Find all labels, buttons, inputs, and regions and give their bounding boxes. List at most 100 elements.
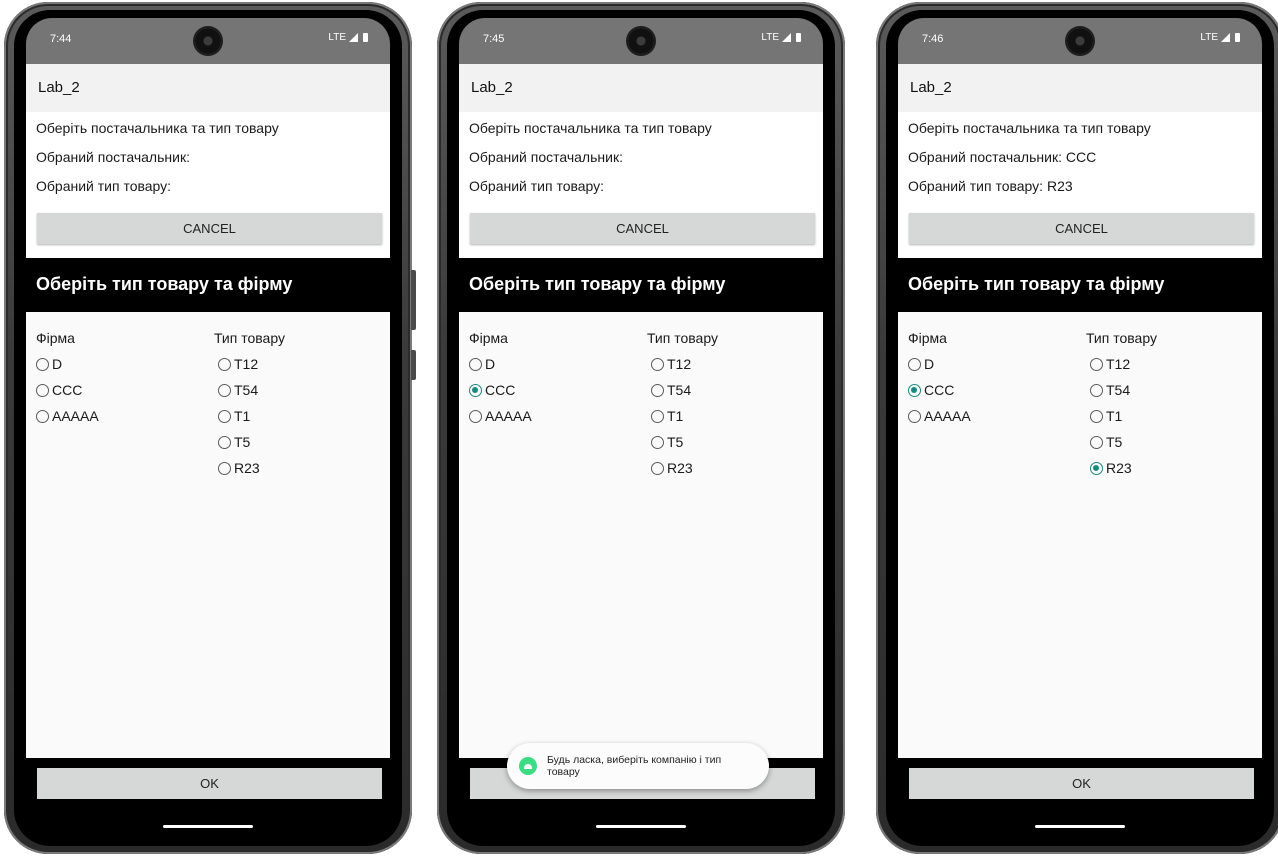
radio-label: D [485,356,496,372]
radio-type-t5[interactable]: T5 [1090,432,1122,452]
selected-supplier-text: Обраний постачальник: CCC [908,149,1097,165]
radio-type-t12[interactable]: T12 [1090,354,1130,374]
status-indicators: LTE [1200,32,1240,43]
radio-label: R23 [1106,460,1132,476]
status-bar: 7:46 LTE [898,18,1262,64]
radio-firm-d[interactable]: D [908,354,934,374]
toast-message: Будь ласка, виберіть компанію і тип това… [507,743,769,789]
radio-firm-aaaaa[interactable]: AAAAA [36,406,99,426]
radio-label: D [924,356,935,372]
selection-dialog: Оберіть тип товару та фірму Фірма Тип то… [898,258,1262,758]
radio-circle-icon [218,383,231,397]
radio-circle-icon [651,435,664,449]
radio-type-t5[interactable]: T5 [218,432,250,452]
radio-circle-icon [651,409,664,423]
radio-type-r23[interactable]: R23 [1090,458,1132,478]
radio-label: AAAAA [924,408,971,424]
prompt-text: Оберіть постачальника та тип товару [36,120,279,136]
radio-label: R23 [667,460,693,476]
radio-type-t1[interactable]: T1 [218,406,250,426]
action-bar: Lab_2 [459,64,823,112]
navigation-bar [26,808,390,838]
home-indicator[interactable] [163,825,253,828]
app-title: Lab_2 [471,79,513,96]
radio-circle-icon [218,409,231,423]
phone-emulator-3: 7:46 LTE Lab_2 Оберіть постачальника та … [872,0,1278,856]
radio-firm-ccc[interactable]: CCC [469,380,515,400]
radio-circle-icon [1090,383,1103,397]
radio-type-t1[interactable]: T1 [1090,406,1122,426]
radio-label: R23 [234,460,260,476]
home-indicator[interactable] [596,825,686,828]
power-button[interactable] [411,350,416,380]
radio-circle-icon [218,357,231,371]
type-column-header: Тип товару [1086,330,1157,346]
ok-button[interactable]: OK [909,768,1254,799]
type-column-header: Тип товару [214,330,285,346]
selected-supplier-text: Обраний постачальник: [36,149,190,165]
radio-label: T5 [1106,434,1123,450]
battery-icon [1235,33,1240,42]
camera-icon [628,28,654,54]
radio-label: T12 [234,356,259,372]
radio-circle-icon [36,383,49,397]
cancel-button[interactable]: CANCEL [37,213,382,244]
radio-type-t54[interactable]: T54 [218,380,258,400]
action-bar: Lab_2 [26,64,390,112]
radio-firm-ccc[interactable]: CCC [908,380,954,400]
radio-type-t54[interactable]: T54 [651,380,691,400]
main-content: Оберіть постачальника та тип товару Обра… [898,112,1262,258]
radio-firm-d[interactable]: D [469,354,495,374]
navigation-bar [459,808,823,838]
radio-type-t12[interactable]: T12 [218,354,258,374]
status-bar: 7:44 LTE [26,18,390,64]
phone-emulator-2: 7:45 LTE Lab_2 Оберіть постачальника та … [433,0,849,856]
selection-dialog: Оберіть тип товару та фірму Фірма Тип то… [26,258,390,758]
radio-label: T5 [667,434,684,450]
radio-circle-icon [218,435,231,449]
radio-circle-icon [651,461,664,475]
type-column-header: Тип товару [647,330,718,346]
signal-icon [349,33,358,42]
phone-screen: 7:44 LTE Lab_2 Оберіть постачальника та … [26,18,390,838]
radio-firm-d[interactable]: D [36,354,62,374]
radio-type-r23[interactable]: R23 [218,458,260,478]
radio-circle-icon [908,409,921,423]
radio-type-t12[interactable]: T12 [651,354,691,374]
radio-label: T12 [667,356,692,372]
dialog-title: Оберіть тип товару та фірму [36,274,293,294]
cancel-button[interactable]: CANCEL [909,213,1254,244]
radio-type-t1[interactable]: T1 [651,406,683,426]
radio-circle-icon [908,357,921,371]
radio-type-t5[interactable]: T5 [651,432,683,452]
volume-button[interactable] [411,270,416,330]
radio-checked-icon [469,383,482,397]
battery-icon [363,33,368,42]
radio-label: CCC [485,382,516,398]
network-type: LTE [328,32,346,43]
firm-column-header: Фірма [469,330,508,346]
dialog-header: Оберіть тип товару та фірму [26,258,390,312]
firm-column-header: Фірма [908,330,947,346]
radio-label: T54 [234,382,259,398]
radio-circle-icon [651,383,664,397]
signal-icon [1221,33,1230,42]
action-bar: Lab_2 [898,64,1262,112]
status-indicators: LTE [328,32,368,43]
radio-firm-ccc[interactable]: CCC [36,380,82,400]
radio-label: T1 [667,408,684,424]
radio-label: T12 [1106,356,1131,372]
cancel-button[interactable]: CANCEL [470,213,815,244]
radio-firm-aaaaa[interactable]: AAAAA [469,406,532,426]
selected-supplier-text: Обраний постачальник: [469,149,623,165]
screenshot-stage: 7:44 LTE Lab_2 Оберіть постачальника та … [0,0,1278,856]
selection-dialog: Оберіть тип товару та фірму Фірма Тип то… [459,258,823,758]
selected-type-text: Обраний тип товару: [469,178,605,194]
radio-circle-icon [218,461,231,475]
toast-text: Будь ласка, виберіть компанію і тип това… [547,754,722,778]
radio-type-t54[interactable]: T54 [1090,380,1130,400]
radio-type-r23[interactable]: R23 [651,458,693,478]
radio-firm-aaaaa[interactable]: AAAAA [908,406,971,426]
ok-button[interactable]: OK [37,768,382,799]
home-indicator[interactable] [1035,825,1125,828]
